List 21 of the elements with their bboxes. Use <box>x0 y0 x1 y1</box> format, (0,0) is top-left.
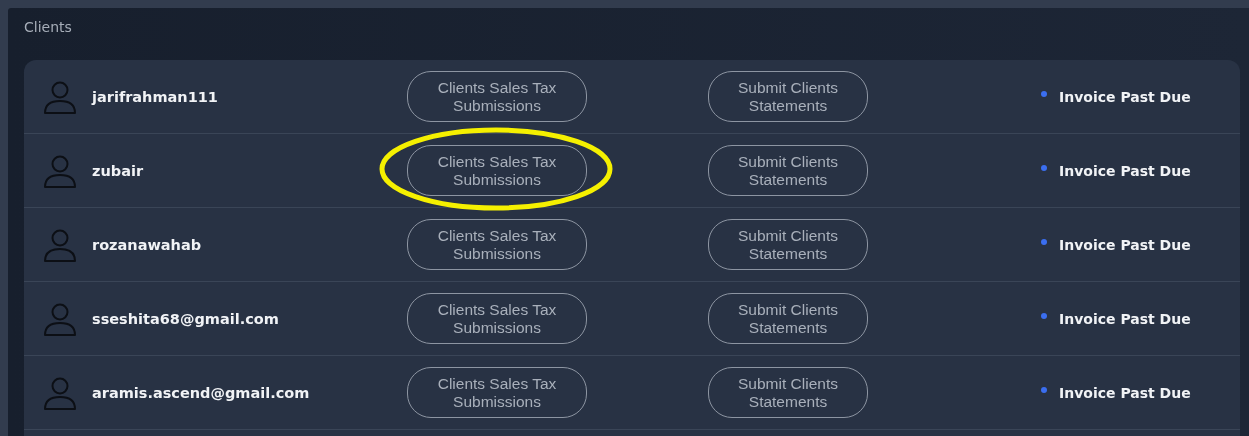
sales-tax-button[interactable]: Clients Sales Tax Submissions <box>407 71 587 122</box>
submit-statements-button[interactable]: Submit Clients Statements <box>708 71 868 122</box>
sales-tax-button[interactable]: Clients Sales Tax Submissions <box>407 367 587 418</box>
status-label: Invoice Past Due <box>1059 310 1191 327</box>
client-name: jarifrahman111 <box>92 88 218 105</box>
status-label: Invoice Past Due <box>1059 384 1191 401</box>
client-name: rozanawahab <box>92 236 202 253</box>
client-name: aramis.ascend@gmail.com <box>92 384 310 401</box>
submit-statements-button[interactable]: Submit Clients Statements <box>708 145 868 196</box>
status-label: Invoice Past Due <box>1059 88 1191 105</box>
submit-statements-button[interactable]: Submit Clients Statements <box>708 293 868 344</box>
status-label: Invoice Past Due <box>1059 162 1191 179</box>
submit-statements-button[interactable]: Submit Clients Statements <box>708 367 868 418</box>
status-label: Invoice Past Due <box>1059 236 1191 253</box>
section-title: Clients <box>24 19 73 37</box>
sales-tax-button[interactable]: Clients Sales Tax Submissions <box>407 145 587 196</box>
client-name: zubair <box>92 162 144 179</box>
sales-tax-button[interactable]: Clients Sales Tax Submissions <box>407 219 587 270</box>
sales-tax-button[interactable]: Clients Sales Tax Submissions <box>407 293 587 344</box>
client-name: sseshita68@gmail.com <box>92 310 279 327</box>
submit-statements-button[interactable]: Submit Clients Statements <box>708 219 868 270</box>
